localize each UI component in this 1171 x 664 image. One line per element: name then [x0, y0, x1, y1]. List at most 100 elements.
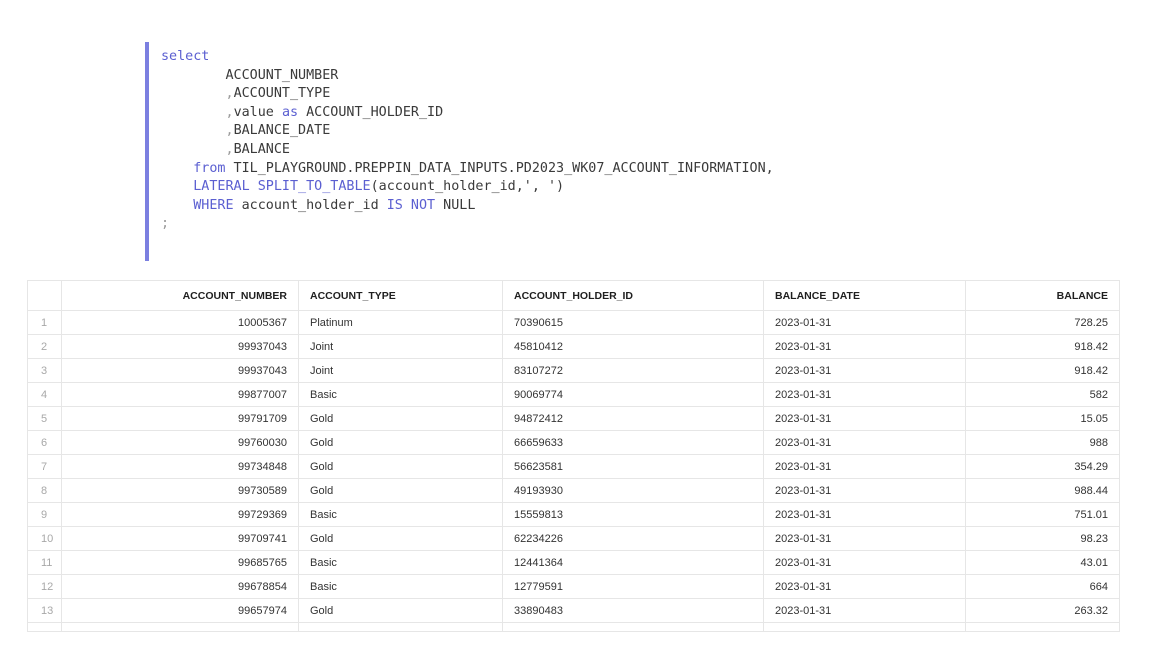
cell-account-number[interactable]: 99760030 — [61, 430, 299, 455]
empty-cell — [965, 622, 1120, 632]
sql-token: TIL_PLAYGROUND.PREPPIN_DATA_INPUTS.PD202… — [225, 160, 774, 176]
cell-account-number[interactable]: 99791709 — [61, 406, 299, 431]
cell-account-holder-id[interactable]: 66659633 — [502, 430, 764, 455]
cell-account-type[interactable]: Joint — [298, 334, 503, 359]
cell-balance-date[interactable]: 2023-01-31 — [763, 502, 966, 527]
row-number: 1 — [27, 310, 62, 335]
sql-token: BALANCE — [233, 141, 290, 157]
table-row[interactable]: 10 99709741 Gold 62234226 2023-01-31 98.23 — [27, 526, 1120, 551]
cell-balance[interactable]: 43.01 — [965, 550, 1120, 575]
cell-balance-date[interactable]: 2023-01-31 — [763, 598, 966, 623]
table-row[interactable]: 1 10005367 Platinum 70390615 2023-01-31 728.2… — [27, 310, 1120, 335]
cell-account-holder-id[interactable]: 45810412 — [502, 334, 764, 359]
cell-account-holder-id[interactable]: 12441364 — [502, 550, 764, 575]
cell-balance[interactable]: 263.32 — [965, 598, 1120, 623]
cell-account-type[interactable]: Basic — [298, 550, 503, 575]
cell-balance-date[interactable]: 2023-01-31 — [763, 550, 966, 575]
cell-account-number[interactable]: 99729369 — [61, 502, 299, 527]
column-header-account-type[interactable]: ACCOUNT_TYPE — [298, 280, 503, 311]
cell-balance[interactable]: 582 — [965, 382, 1120, 407]
cell-balance[interactable]: 354.29 — [965, 454, 1120, 479]
cell-account-number[interactable]: 99937043 — [61, 334, 299, 359]
table-row[interactable]: 6 99760030 Gold 66659633 2023-01-31 988 — [27, 430, 1120, 455]
cell-account-holder-id[interactable]: 83107272 — [502, 358, 764, 383]
code-block-accent-bar — [145, 42, 149, 261]
cell-account-holder-id[interactable]: 33890483 — [502, 598, 764, 623]
sql-keyword: from — [193, 160, 226, 176]
cell-balance[interactable]: 988.44 — [965, 478, 1120, 503]
table-row[interactable]: 5 99791709 Gold 94872412 2023-01-31 15.05 — [27, 406, 1120, 431]
cell-account-number[interactable]: 99685765 — [61, 550, 299, 575]
cell-balance-date[interactable]: 2023-01-31 — [763, 406, 966, 431]
cell-balance-date[interactable]: 2023-01-31 — [763, 454, 966, 479]
empty-cell — [763, 622, 966, 632]
table-row[interactable]: 8 99730589 Gold 49193930 2023-01-31 988.44 — [27, 478, 1120, 503]
cell-account-holder-id[interactable]: 12779591 — [502, 574, 764, 599]
column-header-balance[interactable]: BALANCE — [965, 280, 1120, 311]
cell-account-type[interactable]: Gold — [298, 406, 503, 431]
cell-account-holder-id[interactable]: 90069774 — [502, 382, 764, 407]
cell-account-type[interactable]: Gold — [298, 598, 503, 623]
cell-balance[interactable]: 728.25 — [965, 310, 1120, 335]
column-header-account-number[interactable]: ACCOUNT_NUMBER — [61, 280, 299, 311]
cell-account-number[interactable]: 99730589 — [61, 478, 299, 503]
cell-account-number[interactable]: 99709741 — [61, 526, 299, 551]
cell-balance-date[interactable]: 2023-01-31 — [763, 310, 966, 335]
cell-balance-date[interactable]: 2023-01-31 — [763, 430, 966, 455]
cell-account-number[interactable]: 99734848 — [61, 454, 299, 479]
cell-account-holder-id[interactable]: 94872412 — [502, 406, 764, 431]
cell-balance[interactable]: 988 — [965, 430, 1120, 455]
cell-balance-date[interactable]: 2023-01-31 — [763, 382, 966, 407]
cell-account-number[interactable]: 10005367 — [61, 310, 299, 335]
row-number-header — [27, 280, 62, 311]
cell-account-type[interactable]: Platinum — [298, 310, 503, 335]
row-number: 7 — [27, 454, 62, 479]
table-row[interactable]: 4 99877007 Basic 90069774 2023-01-31 582 — [27, 382, 1120, 407]
column-header-account-holder-id[interactable]: ACCOUNT_HOLDER_ID — [502, 280, 764, 311]
cell-balance-date[interactable]: 2023-01-31 — [763, 358, 966, 383]
table-row[interactable]: 3 99937043 Joint 83107272 2023-01-31 918.42 — [27, 358, 1120, 383]
cell-account-type[interactable]: Gold — [298, 454, 503, 479]
cell-balance[interactable]: 664 — [965, 574, 1120, 599]
cell-account-type[interactable]: Gold — [298, 526, 503, 551]
empty-cell — [61, 622, 299, 632]
cell-account-holder-id[interactable]: 70390615 — [502, 310, 764, 335]
cell-balance-date[interactable]: 2023-01-31 — [763, 478, 966, 503]
sql-token: ACCOUNT_HOLDER_ID — [298, 104, 444, 120]
table-row[interactable]: 11 99685765 Basic 12441364 2023-01-31 43.01 — [27, 550, 1120, 575]
table-row[interactable]: 2 99937043 Joint 45810412 2023-01-31 918.42 — [27, 334, 1120, 359]
cell-account-type[interactable]: Gold — [298, 430, 503, 455]
cell-account-type[interactable]: Basic — [298, 574, 503, 599]
cell-balance[interactable]: 15.05 — [965, 406, 1120, 431]
sql-token: , — [225, 104, 234, 120]
cell-account-number[interactable]: 99937043 — [61, 358, 299, 383]
cell-account-number[interactable]: 99678854 — [61, 574, 299, 599]
cell-balance-date[interactable]: 2023-01-31 — [763, 334, 966, 359]
column-header-balance-date[interactable]: BALANCE_DATE — [763, 280, 966, 311]
cell-balance[interactable]: 751.01 — [965, 502, 1120, 527]
table-row[interactable]: 12 99678854 Basic 12779591 2023-01-31 664 — [27, 574, 1120, 599]
cell-account-holder-id[interactable]: 15559813 — [502, 502, 764, 527]
cell-account-number[interactable]: 99657974 — [61, 598, 299, 623]
cell-account-number[interactable]: 99877007 — [61, 382, 299, 407]
cell-account-type[interactable]: Joint — [298, 358, 503, 383]
cell-balance-date[interactable]: 2023-01-31 — [763, 526, 966, 551]
sql-keyword: LATERAL SPLIT_TO_TABLE — [193, 179, 371, 195]
table-row[interactable]: 13 99657974 Gold 33890483 2023-01-31 263.32 — [27, 598, 1120, 623]
cell-balance[interactable]: 918.42 — [965, 358, 1120, 383]
cell-balance[interactable]: 98.23 — [965, 526, 1120, 551]
table-row[interactable]: 7 99734848 Gold 56623581 2023-01-31 354.29 — [27, 454, 1120, 479]
sql-editor[interactable]: select ACCOUNT_NUMBER ,ACCOUNT_TYPE ,val… — [145, 42, 1045, 261]
table-row[interactable]: 9 99729369 Basic 15559813 2023-01-31 751.01 — [27, 502, 1120, 527]
cell-account-holder-id[interactable]: 49193930 — [502, 478, 764, 503]
row-number: 5 — [27, 406, 62, 431]
cell-account-type[interactable]: Basic — [298, 502, 503, 527]
cell-balance[interactable]: 918.42 — [965, 334, 1120, 359]
cell-account-type[interactable]: Gold — [298, 478, 503, 503]
cell-balance-date[interactable]: 2023-01-31 — [763, 574, 966, 599]
cell-account-type[interactable]: Basic — [298, 382, 503, 407]
cell-account-holder-id[interactable]: 56623581 — [502, 454, 764, 479]
row-number: 10 — [27, 526, 62, 551]
cell-account-holder-id[interactable]: 62234226 — [502, 526, 764, 551]
